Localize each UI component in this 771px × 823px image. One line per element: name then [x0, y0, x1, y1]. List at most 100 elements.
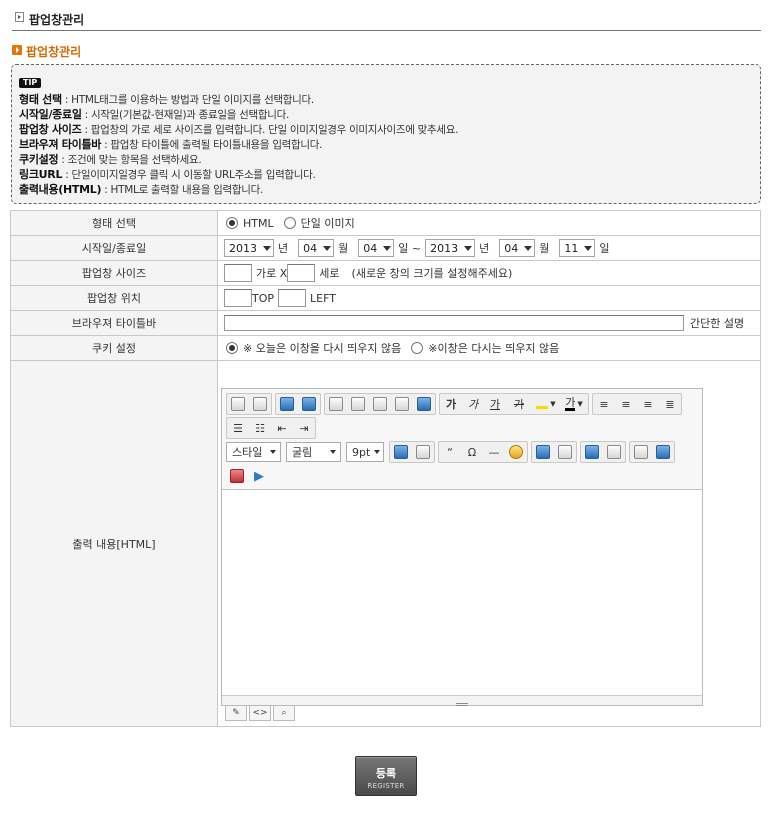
start-month-select[interactable]: 04 — [298, 239, 335, 257]
row-cookie: 쿠키 설정 ※ 오늘은 이창을 다시 띄우지 않음 ※이창은 다시는 띄우지 않… — [10, 335, 761, 361]
cookie-label: 쿠키 설정 — [10, 335, 218, 361]
select-all-icon[interactable] — [413, 394, 435, 414]
editor-toolbar: 가 가 가 가 ▼ 가 ▼ ≡ ≡ ≡ ≣ ☰ ☷ ⇤ ⇥ 스타일 굴림 9pt… — [222, 389, 702, 490]
start-year-select[interactable]: 2013 — [224, 239, 274, 257]
design-mode-pencil-icon[interactable]: ✎ — [225, 706, 247, 721]
tip-line: 쿠키설정 : 조건에 맞는 항목을 선택하세요. — [19, 153, 202, 166]
page-header: 팝업창관리 — [12, 10, 761, 31]
tip-line: 출력내용(HTML) : HTML로 출력할 내용을 입력합니다. — [19, 183, 264, 196]
end-day-select[interactable]: 11 — [559, 239, 596, 257]
html-editor: 가 가 가 가 ▼ 가 ▼ ≡ ≡ ≡ ≣ ☰ ☷ ⇤ ⇥ 스타일 굴림 9pt… — [221, 388, 703, 706]
bold-button[interactable]: 가 — [440, 394, 462, 414]
unordered-list-icon[interactable]: ☷ — [249, 418, 271, 438]
highlight-color-icon[interactable]: ▼ — [532, 394, 560, 414]
title-label: 브라우져 타이틀바 — [10, 310, 218, 336]
tip-line: 팝업창 사이즈 : 팝업창의 가로 세로 사이즈를 입력합니다. 단일 이미지일… — [19, 123, 459, 136]
unit-year: 년 — [479, 242, 490, 255]
size-note: (새로운 창의 크기를 설정해주세요) — [351, 267, 513, 280]
emoticon-icon[interactable] — [505, 442, 527, 462]
left-input[interactable] — [278, 289, 307, 307]
align-center-icon[interactable]: ≡ — [615, 394, 637, 414]
register-button[interactable]: 등록 REGISTER — [355, 756, 417, 796]
tip-line: 형태 선택 : HTML태그를 이용하는 방법과 단일 이미지를 선택합니다. — [19, 93, 314, 106]
cookie-never-radio[interactable] — [411, 342, 424, 354]
title-note: 간단한 설명 — [690, 317, 745, 330]
image-props-icon[interactable] — [652, 442, 674, 462]
paste-icon[interactable] — [369, 394, 391, 414]
height-input[interactable] — [287, 264, 316, 282]
row-title: 브라우져 타이틀바 간단한 설명 — [10, 310, 761, 336]
row-position: 팝업창 위치 TOP LEFT — [10, 285, 761, 311]
media-play-icon[interactable]: ▶ — [248, 466, 270, 486]
undo-icon[interactable] — [276, 394, 298, 414]
type-html-radio[interactable] — [226, 217, 238, 229]
editor-content-area[interactable] — [222, 491, 702, 696]
cookie-today-radio[interactable] — [226, 342, 238, 354]
tip-line: 링크URL : 단일이미지일경우 클릭 시 이동할 URL주소를 입력합니다. — [19, 168, 316, 181]
underline-button[interactable]: 가 — [484, 394, 506, 414]
section-arrow-icon — [12, 45, 22, 55]
editor-resize-handle[interactable] — [222, 695, 702, 706]
unit-month: 월 — [338, 242, 349, 255]
type-image-radio[interactable] — [283, 217, 296, 229]
outdent-icon[interactable]: ⇤ — [271, 418, 293, 438]
left-text: LEFT — [310, 291, 336, 305]
special-char-button[interactable]: Ω — [461, 442, 483, 462]
position-label: 팝업창 위치 — [10, 285, 218, 311]
editor-mode-tabs: ✎ <> ⌕ — [225, 706, 297, 721]
print-icon[interactable] — [227, 394, 249, 414]
top-text: TOP — [252, 291, 275, 305]
ordered-list-icon[interactable]: ☰ — [227, 418, 249, 438]
align-right-icon[interactable]: ≡ — [637, 394, 659, 414]
new-document-icon[interactable] — [249, 394, 271, 414]
font-color-button[interactable]: 가 ▼ — [560, 394, 588, 414]
table-icon[interactable] — [532, 442, 554, 462]
row-size: 팝업창 사이즈 가로 X 세로 (새로운 창의 크기를 설정해주세요) — [10, 260, 761, 286]
align-left-icon[interactable]: ≡ — [593, 394, 615, 414]
preview-mode-magnifier-icon[interactable]: ⌕ — [273, 706, 295, 721]
remove-format-icon[interactable] — [390, 442, 412, 462]
strikethrough-button[interactable]: 가 — [506, 394, 532, 414]
paste-word-icon[interactable] — [391, 394, 413, 414]
indent-icon[interactable]: ⇥ — [293, 418, 315, 438]
browser-title-input[interactable] — [224, 315, 684, 331]
unit-year: 년 — [278, 242, 289, 255]
link-icon[interactable] — [581, 442, 603, 462]
tip-line: 브라우져 타이틀바 : 팝업창 타이틀에 출력될 타이틀내용을 입력합니다. — [19, 138, 323, 151]
type-html-label: HTML — [243, 216, 274, 230]
unlink-icon[interactable] — [603, 442, 625, 462]
clean-html-icon[interactable] — [412, 442, 434, 462]
height-text: 세로 — [319, 267, 340, 280]
top-input[interactable] — [224, 289, 252, 307]
tip-box: TIP 형태 선택 : HTML태그를 이용하는 방법과 단일 이미지를 선택합… — [11, 64, 761, 204]
end-month-select[interactable]: 04 — [499, 239, 536, 257]
width-input[interactable] — [224, 264, 252, 282]
row-type: 형태 선택 HTML 단일 이미지 — [10, 210, 761, 236]
italic-button[interactable]: 가 — [462, 394, 484, 414]
unit-day: 일 — [599, 242, 610, 255]
end-year-select[interactable]: 2013 — [425, 239, 476, 257]
size-label: 팝업창 사이즈 — [10, 260, 218, 286]
date-label: 시작일/종료일 — [10, 235, 218, 261]
horizontal-rule-icon[interactable]: — — [483, 442, 505, 462]
font-size-select[interactable]: 9pt — [346, 442, 384, 462]
section-title-text: 팝업창관리 — [26, 45, 82, 59]
image-icon[interactable] — [630, 442, 652, 462]
unit-month: 월 — [539, 242, 550, 255]
redo-icon[interactable] — [298, 394, 320, 414]
blockquote-button[interactable]: “ — [439, 442, 461, 462]
page-title: 팝업창관리 — [29, 13, 85, 27]
align-justify-icon[interactable]: ≣ — [659, 394, 681, 414]
source-mode-code-icon[interactable]: <> — [249, 706, 271, 721]
width-text: 가로 X — [256, 267, 288, 280]
start-day-select[interactable]: 04 — [358, 239, 395, 257]
unit-day-tilde: 일 ~ — [398, 242, 422, 255]
row-date: 시작일/종료일 2013 년 04 월 04 일 ~ 2013 년 04 월 1… — [10, 235, 761, 261]
flash-icon[interactable] — [226, 466, 248, 486]
content-label: 출력 내용[HTML] — [10, 360, 218, 727]
style-select[interactable]: 스타일 — [226, 442, 281, 462]
copy-icon[interactable] — [325, 394, 347, 414]
cut-icon[interactable] — [347, 394, 369, 414]
table-props-icon[interactable] — [554, 442, 576, 462]
font-select[interactable]: 굴림 — [286, 442, 341, 462]
